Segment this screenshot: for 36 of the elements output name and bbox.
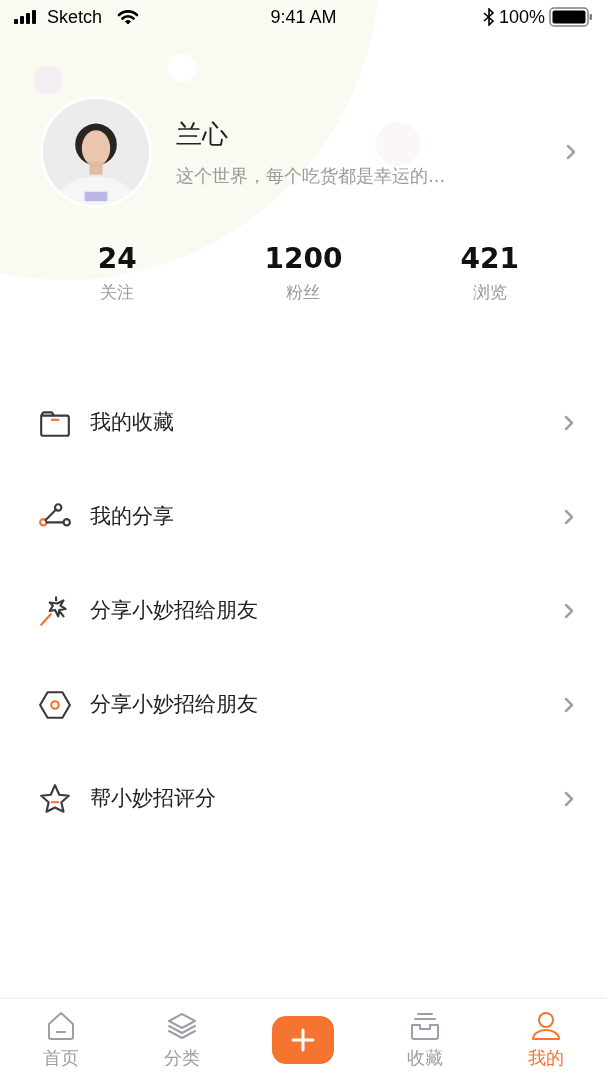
- chevron-right-icon: [563, 695, 575, 714]
- user-bio: 这个世界，每个吃货都是幸运的...: [176, 164, 446, 188]
- chevron-right-icon: [563, 413, 575, 432]
- wifi-icon: [117, 9, 140, 25]
- stat-value: 421: [460, 241, 520, 277]
- menu-label: 我的收藏: [90, 408, 175, 436]
- menu-label: 帮小妙招评分: [90, 784, 217, 812]
- menu-label: 我的分享: [90, 502, 175, 530]
- status-time: 9:41 AM: [270, 5, 337, 29]
- add-button[interactable]: [272, 1015, 335, 1064]
- inbox-icon: [408, 1010, 441, 1042]
- stat-value: 24: [97, 241, 137, 277]
- battery-percent: 100%: [498, 5, 545, 29]
- menu-item[interactable]: 分享小妙招给朋友: [0, 563, 607, 658]
- bluetooth-icon: [482, 8, 495, 26]
- stat-label: 浏览: [472, 281, 507, 304]
- layers-icon: [166, 1010, 199, 1042]
- chevron-right-icon: [563, 601, 575, 620]
- menu-item[interactable]: 我的收藏: [0, 375, 607, 470]
- battery-icon: [549, 7, 593, 27]
- stat-label: 关注: [100, 281, 135, 304]
- star-icon: [38, 781, 72, 816]
- menu-label: 分享小妙招给朋友: [90, 596, 259, 624]
- chevron-right-icon: [563, 507, 575, 526]
- menu-item[interactable]: 我的分享: [0, 469, 607, 564]
- menu-label: 分享小妙招给朋友: [90, 690, 259, 718]
- stat-value: 1200: [264, 241, 343, 277]
- stat-label: 粉丝: [286, 281, 321, 304]
- carrier-name: Sketch: [47, 5, 103, 29]
- plus-icon: [290, 1026, 317, 1053]
- user-icon: [530, 1010, 563, 1042]
- chevron-right-icon: [563, 789, 575, 808]
- menu-item[interactable]: 分享小妙招给朋友: [0, 657, 607, 752]
- user-name: 兰心: [176, 118, 228, 151]
- chevron-right-icon: [565, 143, 577, 161]
- menu-item[interactable]: 帮小妙招评分: [0, 751, 607, 846]
